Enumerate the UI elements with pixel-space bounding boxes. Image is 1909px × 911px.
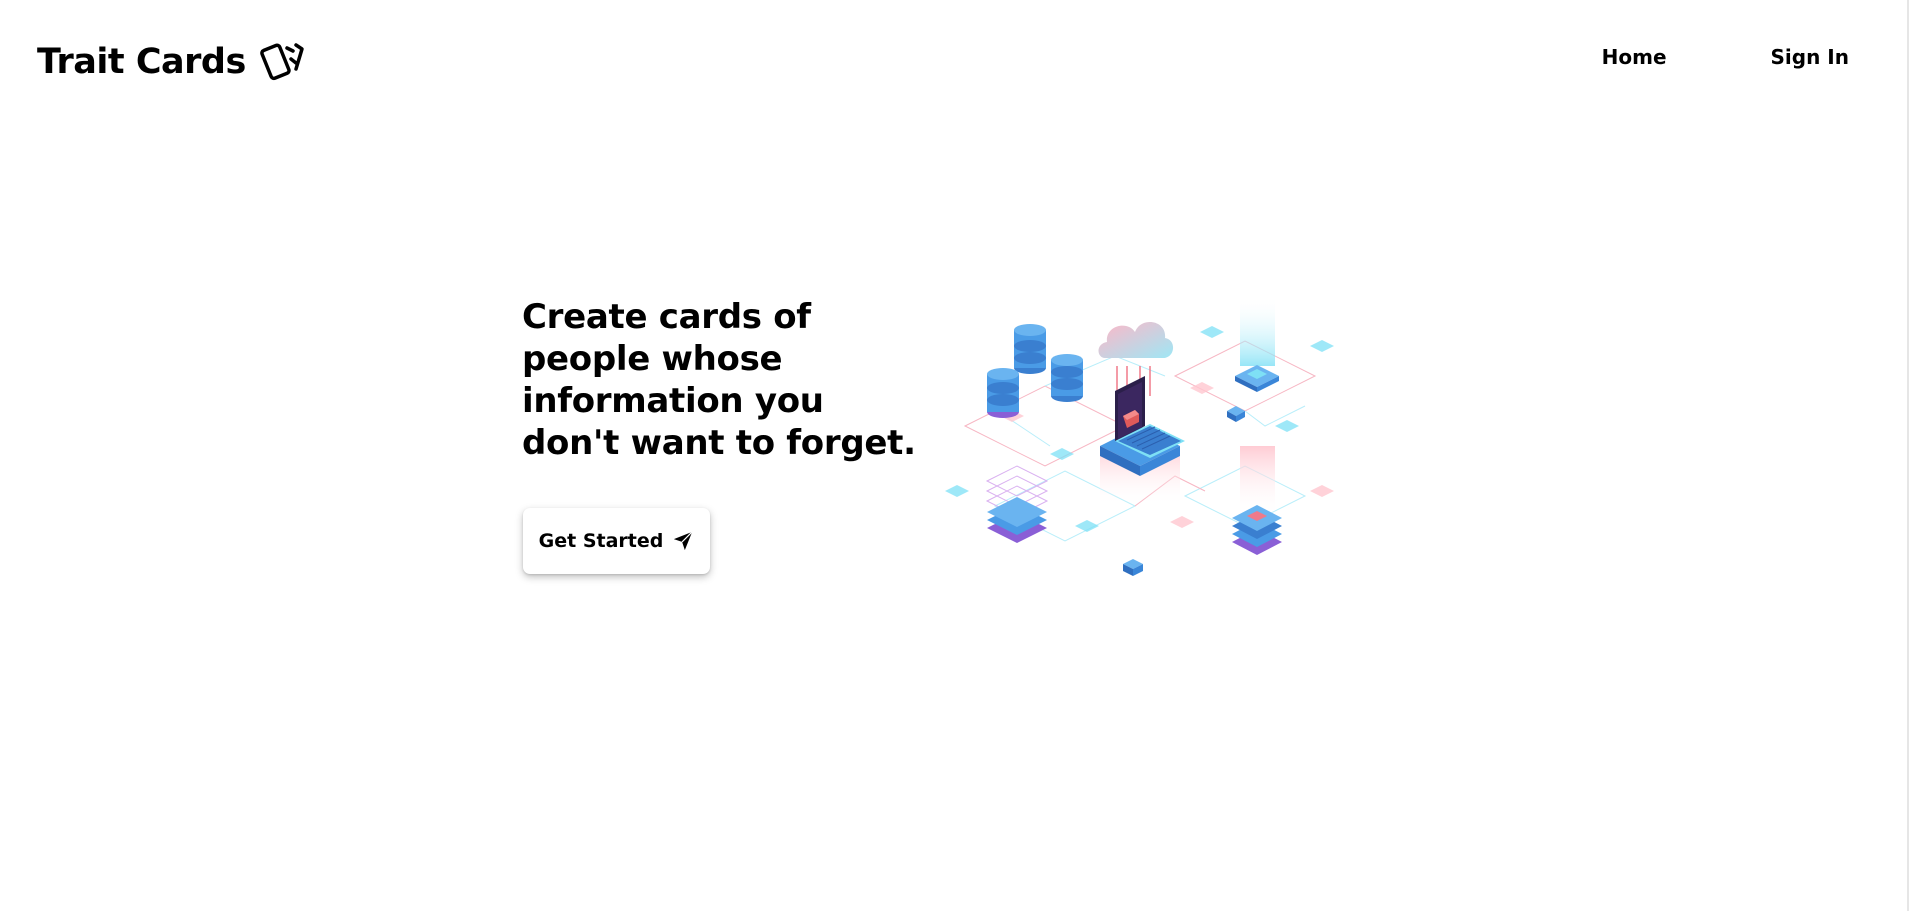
- top-navigation-bar: Trait Cards Home Sign In: [0, 0, 1909, 120]
- get-started-button[interactable]: Get Started: [523, 508, 710, 574]
- hero-text: Create cards of people whose information…: [522, 296, 922, 464]
- hero-headline: Create cards of people whose information…: [522, 297, 916, 463]
- nav-sign-in-link[interactable]: Sign In: [1771, 44, 1849, 70]
- brand-name: Trait Cards: [37, 42, 246, 82]
- cards-icon: [259, 43, 304, 81]
- get-started-label: Get Started: [538, 530, 664, 552]
- main-nav: Home Sign In: [1602, 44, 1849, 70]
- brand-logo[interactable]: Trait Cards: [37, 38, 306, 86]
- paper-plane-icon: [674, 531, 693, 551]
- nav-home-link[interactable]: Home: [1602, 44, 1667, 70]
- network-illustration: [945, 296, 1334, 576]
